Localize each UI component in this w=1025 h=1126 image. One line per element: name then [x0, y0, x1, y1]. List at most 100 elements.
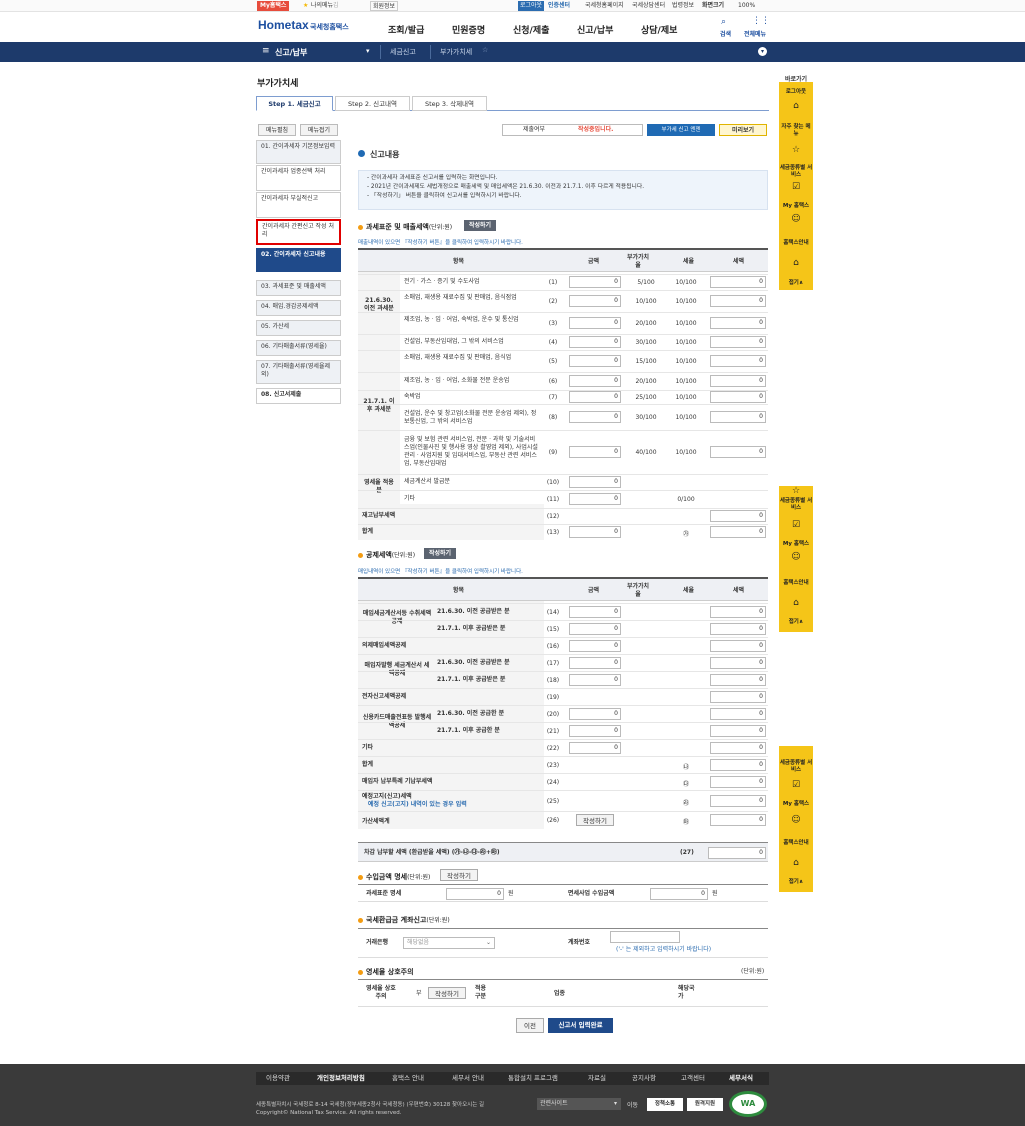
sidebar-step-05[interactable]: 05. 가산세: [256, 320, 341, 336]
gnb-filing[interactable]: 신고/납부: [577, 23, 613, 36]
law-info-link[interactable]: 법령정보: [672, 1, 694, 11]
sales-amount-input[interactable]: 0: [569, 295, 621, 307]
zoom-value[interactable]: 100%: [738, 1, 755, 11]
deduct-tax-value[interactable]: 0: [710, 758, 766, 771]
quick-fold[interactable]: 접기∧: [779, 879, 813, 886]
footer-install[interactable]: 통합설치 프로그램: [508, 1072, 558, 1082]
policy-badge[interactable]: 정책소통: [647, 1098, 683, 1111]
deduct-amount-input[interactable]: 0: [569, 656, 621, 669]
all-menu-icon[interactable]: ⋮⋮: [752, 16, 770, 26]
deduct-tax-value[interactable]: 0: [710, 775, 766, 788]
sales-amount-input[interactable]: 0: [569, 317, 621, 329]
tab-step2[interactable]: Step 2. 신고내역: [335, 96, 410, 111]
chevron-down-icon[interactable]: ▾: [366, 47, 370, 55]
deduct-tax-value[interactable]: 0: [710, 673, 766, 686]
quick-my-hometax[interactable]: My 홈택스: [779, 541, 813, 548]
deduct-tax-value[interactable]: 0: [710, 656, 766, 669]
tab-step1[interactable]: Step 1. 세금신고: [256, 96, 333, 111]
footer-office-guide[interactable]: 세무서 안내: [452, 1072, 484, 1082]
guide-button[interactable]: 부가세 신고 엔젠: [647, 124, 715, 136]
deduct-amount-input[interactable]: 0: [569, 707, 621, 720]
quick-tax-service[interactable]: 세금종류별 서비스: [779, 165, 813, 179]
nts-homepage-link[interactable]: 국세청홈페이지: [585, 1, 624, 11]
sales-amount-input[interactable]: 0: [569, 336, 621, 348]
gnb-certificate[interactable]: 민원증명: [452, 23, 485, 36]
deduct-tax-value[interactable]: 0: [710, 707, 766, 720]
sidebar-sub-no-performance[interactable]: 간이과세자 부실적신고: [256, 192, 341, 218]
sales-amount-input[interactable]: 0: [569, 276, 621, 288]
deduct-amount-input[interactable]: 0: [569, 724, 621, 737]
deduct-amount-input[interactable]: 0: [569, 673, 621, 686]
preview-button[interactable]: 미리보기: [719, 124, 767, 136]
related-site-select[interactable]: 관련사이트 ▾: [537, 1098, 621, 1110]
my-hometax-link[interactable]: My홈택스: [257, 1, 290, 11]
sidebar-step-08[interactable]: 08. 신고서제출: [256, 388, 341, 404]
footer-forms[interactable]: 세무서식: [729, 1072, 753, 1082]
sales-write-button[interactable]: 작성하기: [464, 220, 497, 231]
zero-write-button[interactable]: 작성하기: [428, 987, 466, 999]
quick-tax-service[interactable]: 세금종류별 서비스: [779, 760, 813, 774]
account-input[interactable]: [610, 931, 680, 943]
deduct-amount-input[interactable]: 0: [569, 639, 621, 652]
footer-cs[interactable]: 고객센터: [681, 1072, 705, 1082]
sales-amount-input[interactable]: 0: [569, 411, 621, 423]
deduct-amount-input[interactable]: 0: [569, 741, 621, 754]
member-info-link[interactable]: 회원정보: [370, 1, 399, 11]
bank-select[interactable]: 해당없음 ⌄: [403, 937, 495, 949]
income-exempt-input[interactable]: 0: [650, 888, 708, 900]
remote-badge[interactable]: 원격지원: [687, 1098, 723, 1111]
gnb-consult[interactable]: 상담/제보: [641, 23, 677, 36]
complete-button[interactable]: 신고서 입력완료: [548, 1018, 613, 1033]
footer-library[interactable]: 자료실: [588, 1072, 606, 1082]
auth-center-link[interactable]: 인증센터: [548, 1, 570, 11]
deduct-tax-value[interactable]: 0: [710, 741, 766, 754]
quick-guide[interactable]: 홈택스안내: [779, 840, 813, 847]
sales-amount-input[interactable]: 0: [569, 355, 621, 367]
quick-tax-service[interactable]: 세금종류별 서비스: [779, 498, 813, 512]
deduct-tax-value[interactable]: 0: [710, 814, 766, 826]
gnb-application[interactable]: 신청/제출: [513, 23, 549, 36]
search-label[interactable]: 검색: [720, 29, 731, 38]
collapse-icon[interactable]: ▾: [758, 47, 767, 56]
deduct-tax-value[interactable]: 0: [710, 605, 766, 618]
footer-terms[interactable]: 이용약관: [266, 1072, 290, 1082]
bookmark-star-icon[interactable]: ☆: [482, 46, 488, 54]
deduct-tax-value[interactable]: 0: [710, 794, 766, 807]
sales-amount-input[interactable]: 0: [569, 446, 621, 458]
sidebar-step-01[interactable]: 01. 간이과세자 기본정보입력: [256, 140, 341, 164]
all-menu-label[interactable]: 전체메뉴: [744, 29, 766, 38]
sidebar-step-06[interactable]: 06. 기타매출서류(영세율): [256, 340, 341, 356]
quick-logout[interactable]: 로그아웃: [779, 89, 813, 96]
hometax-logo[interactable]: Hometax 국세청홈택스: [256, 16, 356, 36]
deduct-tax-value[interactable]: 0: [710, 622, 766, 635]
sidebar-step-04[interactable]: 04. 매입.경감공제세액: [256, 300, 341, 316]
prev-button[interactable]: 이전: [516, 1018, 544, 1033]
gnb-inquiry[interactable]: 조회/발급: [388, 23, 424, 36]
quick-favorite[interactable]: 자주 찾는 메뉴: [779, 124, 813, 138]
sidebar-step-03[interactable]: 03. 과세표준 및 매출세액: [256, 280, 341, 296]
logout-button[interactable]: 로그아웃: [518, 1, 545, 11]
income-tax-input[interactable]: 0: [446, 888, 504, 900]
favorites-link[interactable]: 나의메뉴: [311, 1, 333, 11]
sales-amount-input[interactable]: 0: [569, 476, 621, 488]
sales-amount-input[interactable]: 0: [569, 526, 621, 538]
tab-step3[interactable]: Step 3. 삭제내역: [412, 96, 487, 111]
quick-my-hometax[interactable]: My 홈택스: [779, 801, 813, 808]
deduct-tax-value[interactable]: 0: [710, 724, 766, 737]
related-go-button[interactable]: 이동: [627, 1100, 638, 1109]
sales-amount-input[interactable]: 0: [569, 493, 621, 505]
footer-notice[interactable]: 공지사항: [632, 1072, 656, 1082]
penalty-write-button[interactable]: 작성하기: [576, 814, 614, 826]
deduct-amount-input[interactable]: 0: [569, 622, 621, 635]
menu-collapse-button[interactable]: 메뉴접기: [300, 124, 338, 136]
quick-fold[interactable]: 접기∧: [779, 280, 813, 287]
search-icon[interactable]: ⌕: [721, 17, 726, 27]
deduct-write-button[interactable]: 작성하기: [424, 548, 457, 559]
quick-my-hometax[interactable]: My 홈택스: [779, 203, 813, 210]
quick-fold[interactable]: 접기∧: [779, 619, 813, 626]
income-write-button[interactable]: 작성하기: [440, 869, 478, 881]
footer-privacy[interactable]: 개인정보처리방침: [317, 1072, 365, 1082]
deduct-amount-input[interactable]: 0: [569, 605, 621, 618]
subnav-menu[interactable]: 신고/납부: [275, 47, 307, 58]
sidebar-step-02[interactable]: 02. 간이과세자 신고내용: [256, 248, 341, 272]
